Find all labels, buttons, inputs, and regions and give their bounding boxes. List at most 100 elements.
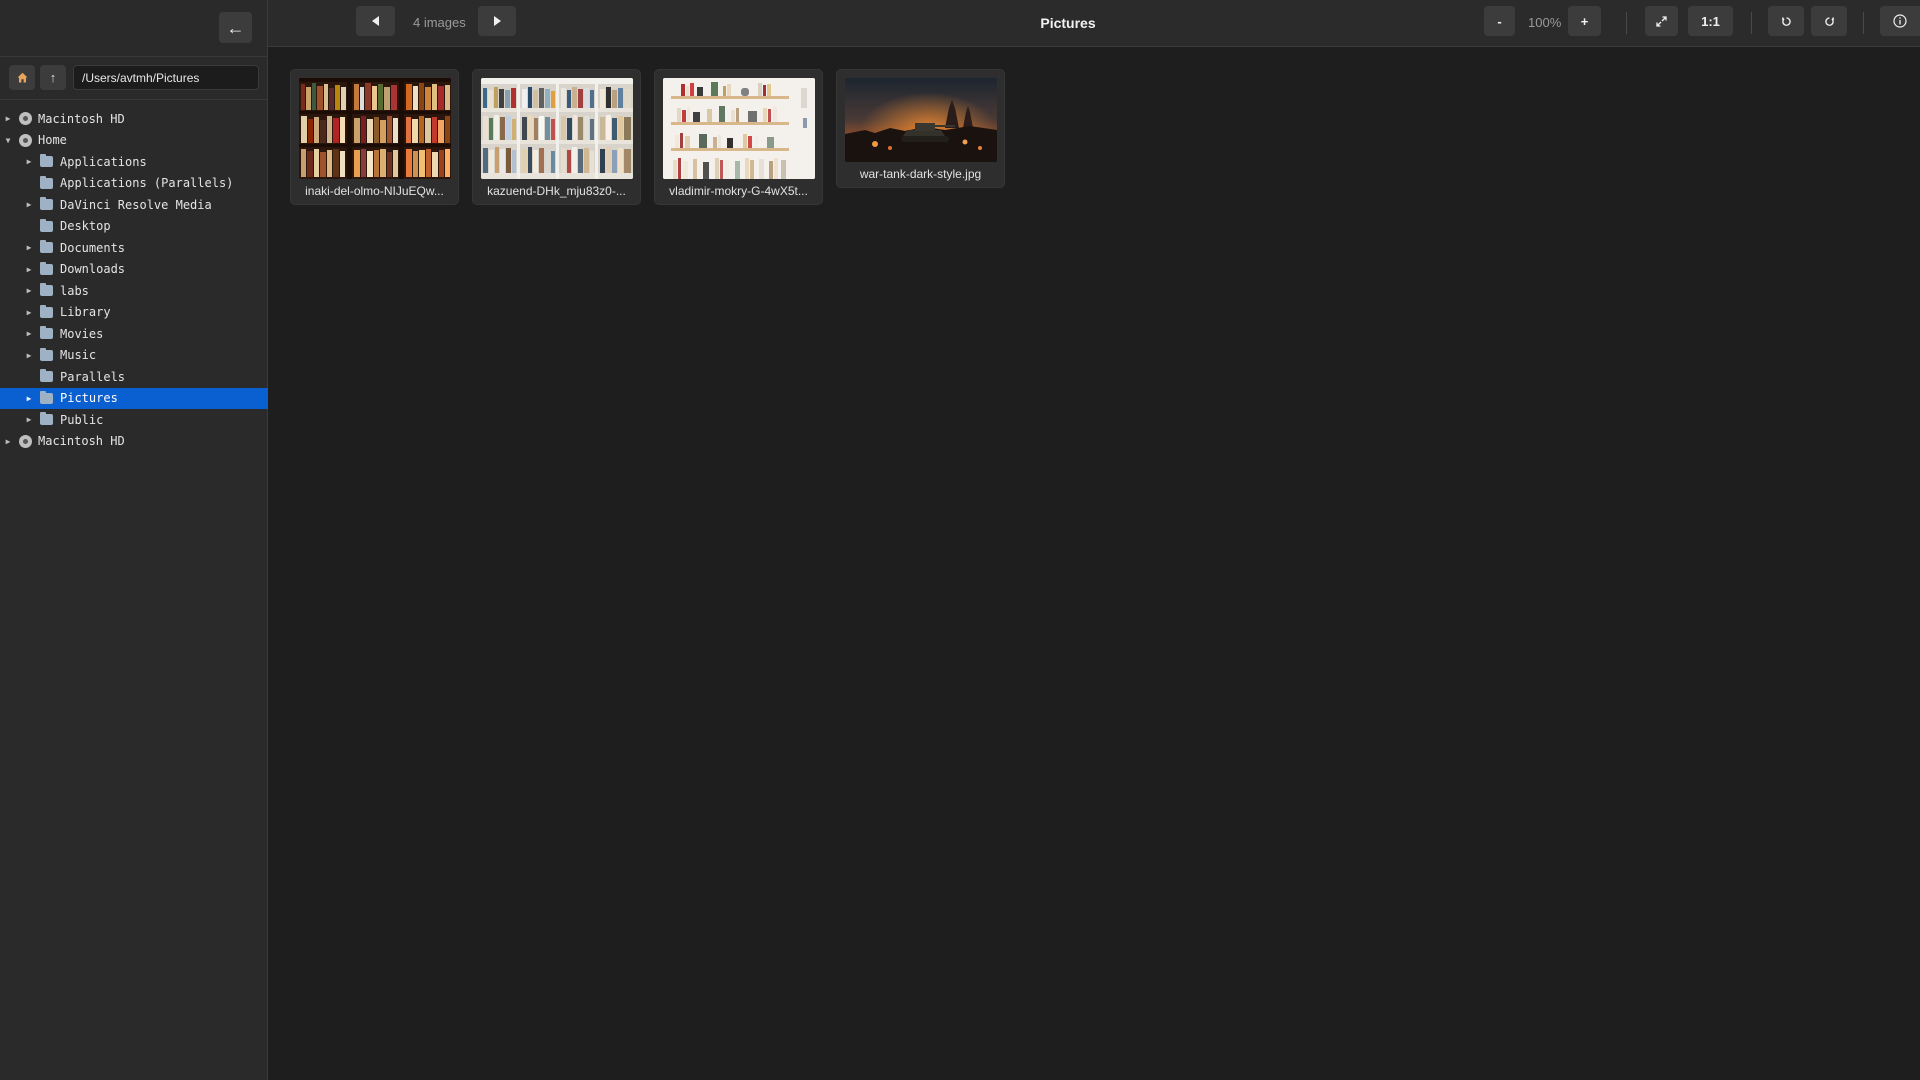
- folder-icon: [40, 390, 53, 404]
- folder-tree: ▶ Macintosh HD ▼ Home ▶ Applications Applicati…: [0, 108, 268, 452]
- info-button[interactable]: [1880, 6, 1920, 36]
- disclosure-right-icon[interactable]: ▶: [24, 157, 34, 166]
- folder-icon: [40, 412, 53, 426]
- thumbnail-card[interactable]: war-tank-dark-style.jpg: [836, 69, 1005, 188]
- home-button[interactable]: [9, 65, 35, 90]
- window-title: Pictures: [1040, 15, 1096, 31]
- rotate-cw-icon: [1824, 16, 1834, 26]
- drive-icon: [19, 434, 32, 448]
- actual-size-button[interactable]: 1:1: [1688, 6, 1733, 36]
- tree-item-label: Music: [60, 348, 97, 363]
- zoom-out-label: -: [1497, 13, 1502, 29]
- disclosure-right-icon[interactable]: ▶: [24, 286, 34, 295]
- image-count: 4 images: [413, 15, 466, 30]
- tree-item-label: Public: [60, 412, 104, 427]
- disclosure-right-icon[interactable]: ▶: [24, 394, 34, 403]
- disclosure-down-icon[interactable]: ▼: [3, 136, 13, 145]
- tree-item[interactable]: ▶ Macintosh HD: [0, 431, 268, 453]
- tree-item[interactable]: ▶ Documents: [0, 237, 268, 259]
- disclosure-right-icon[interactable]: ▶: [24, 200, 34, 209]
- tree-item[interactable]: Desktop: [0, 216, 268, 238]
- folder-icon: [40, 304, 53, 318]
- tree-item[interactable]: Parallels: [0, 366, 268, 388]
- tree-item[interactable]: ▶ Music: [0, 345, 268, 367]
- tree-item-label: Macintosh HD: [38, 434, 125, 449]
- thumbnail-filename: war-tank-dark-style.jpg: [859, 167, 982, 181]
- tree-item[interactable]: ▶ DaVinci Resolve Media: [0, 194, 268, 216]
- tree-item[interactable]: ▼ Home: [0, 130, 268, 152]
- tree-item-label: DaVinci Resolve Media: [60, 197, 212, 212]
- folder-icon: [40, 240, 53, 254]
- disclosure-right-icon[interactable]: ▶: [3, 437, 13, 446]
- zoom-in-button[interactable]: +: [1568, 6, 1601, 36]
- tree-item-label: Macintosh HD: [38, 111, 125, 126]
- tree-item-label: Applications: [60, 154, 147, 169]
- drive-icon: [19, 133, 32, 147]
- toolbar: 4 images Pictures - 100% + 1:1: [268, 0, 1920, 47]
- next-image-button[interactable]: [478, 6, 516, 36]
- thumbnail-image: [663, 78, 815, 179]
- thumbnail-grid: inaki-del-olmo-NIJuEQw... kazuend-DHk_mj…: [290, 69, 1005, 205]
- tree-item[interactable]: ▶ Applications: [0, 151, 268, 173]
- disclosure-right-icon[interactable]: ▶: [24, 243, 34, 252]
- disclosure-right-icon[interactable]: ▶: [24, 265, 34, 274]
- tree-item[interactable]: ▶ Macintosh HD: [0, 108, 268, 130]
- divider: [0, 56, 267, 57]
- tree-item[interactable]: ▶ Movies: [0, 323, 268, 345]
- disclosure-right-icon[interactable]: ▶: [3, 114, 13, 123]
- sidebar: ← ↑ ▶ Macintosh HD ▼ Home ▶ Applications Appli…: [0, 0, 268, 1080]
- rotate-left-button[interactable]: [1768, 6, 1804, 36]
- rotate-right-button[interactable]: [1811, 6, 1847, 36]
- zoom-in-label: +: [1580, 13, 1589, 29]
- info-icon: [1893, 14, 1907, 28]
- arrow-up-icon: ↑: [49, 70, 57, 85]
- tree-item[interactable]: ▶ Downloads: [0, 259, 268, 281]
- tree-item[interactable]: ▶ labs: [0, 280, 268, 302]
- folder-icon: [40, 261, 53, 275]
- tree-item-label: Pictures: [60, 391, 118, 406]
- zoom-out-button[interactable]: -: [1484, 6, 1515, 36]
- toolbar-divider: [1626, 12, 1627, 34]
- disclosure-right-icon[interactable]: ▶: [24, 415, 34, 424]
- folder-icon: [40, 283, 53, 297]
- tree-item[interactable]: ▶ Public: [0, 409, 268, 431]
- tree-item-label: Home: [38, 133, 67, 148]
- thumbnail-card[interactable]: vladimir-mokry-G-4wX5t...: [654, 69, 823, 205]
- disclosure-right-icon[interactable]: ▶: [24, 308, 34, 317]
- thumbnail-card[interactable]: inaki-del-olmo-NIJuEQw...: [290, 69, 459, 205]
- tree-item-label: Downloads: [60, 262, 126, 277]
- tree-item-label: labs: [60, 283, 89, 298]
- thumbnail-card[interactable]: kazuend-DHk_mju83z0-...: [472, 69, 641, 205]
- home-icon: [17, 72, 27, 83]
- triangle-left-icon: [371, 16, 379, 26]
- tree-item-label: Library: [60, 305, 111, 320]
- folder-icon: [40, 347, 53, 361]
- thumbnail-filename: inaki-del-olmo-NIJuEQw...: [305, 184, 444, 198]
- toolbar-divider: [1863, 12, 1864, 34]
- tree-item[interactable]: Applications (Parallels): [0, 173, 268, 195]
- drive-icon: [19, 112, 32, 126]
- tree-item-label: Movies: [60, 326, 104, 341]
- thumbnail-filename: kazuend-DHk_mju83z0-...: [487, 184, 626, 198]
- folder-icon: [40, 154, 53, 168]
- tree-item[interactable]: ▶ Library: [0, 302, 268, 324]
- expand-icon: [1656, 15, 1667, 27]
- up-directory-button[interactable]: ↑: [40, 65, 66, 90]
- tree-item[interactable]: ▶ Pictures: [0, 387, 268, 409]
- previous-image-button[interactable]: [356, 6, 395, 36]
- thumbnail-image: [845, 78, 997, 162]
- folder-icon: [40, 218, 53, 232]
- collapse-sidebar-button[interactable]: ←: [219, 12, 252, 43]
- zoom-level: 100%: [1528, 15, 1562, 30]
- disclosure-right-icon[interactable]: ▶: [24, 329, 34, 338]
- tree-item-label: Parallels: [60, 369, 126, 384]
- thumbnail-filename: vladimir-mokry-G-4wX5t...: [669, 184, 808, 198]
- disclosure-right-icon[interactable]: ▶: [24, 351, 34, 360]
- path-input[interactable]: [73, 65, 259, 90]
- fit-to-window-button[interactable]: [1645, 6, 1678, 36]
- folder-icon: [40, 197, 53, 211]
- folder-icon: [40, 369, 53, 383]
- path-bar: ↑: [9, 65, 259, 90]
- image-viewer-app: ← ↑ ▶ Macintosh HD ▼ Home ▶ Applications Appli…: [0, 0, 1920, 1080]
- thumbnail-image: [299, 78, 451, 179]
